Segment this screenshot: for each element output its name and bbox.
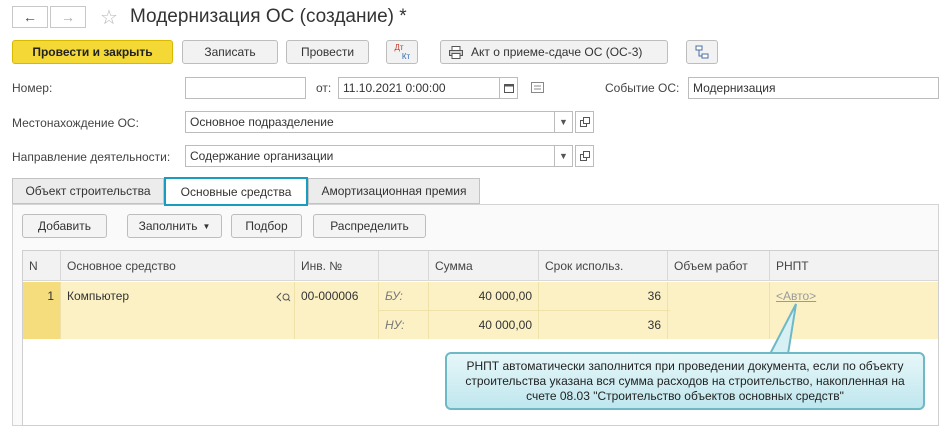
activity-label: Направление деятельности: <box>12 150 171 164</box>
column-header-work[interactable]: Объем работ <box>668 251 770 281</box>
number-label: Номер: <box>12 81 53 95</box>
column-header-asset[interactable]: Основное средство <box>61 251 295 281</box>
distribute-button[interactable]: Распределить <box>313 214 426 238</box>
column-header-sum[interactable]: Сумма <box>429 251 539 281</box>
column-header-rnpt[interactable]: РНПТ <box>770 251 938 281</box>
date-input[interactable]: 11.10.2021 0:00:00 <box>338 77 500 99</box>
nu-label: НУ: <box>379 311 429 339</box>
activity-open-button[interactable] <box>575 145 594 167</box>
location-label: Местонахождение ОС: <box>12 116 139 130</box>
select-button[interactable]: Подбор <box>231 214 302 238</box>
asset-cell[interactable]: Компьютер <box>61 282 295 339</box>
printer-icon <box>449 45 463 59</box>
event-label: Событие ОС: <box>605 81 680 95</box>
term-bu-cell[interactable]: 36 <box>539 282 668 310</box>
column-header-inv[interactable]: Инв. № <box>295 251 379 281</box>
arrow-left-icon: ← <box>23 9 37 25</box>
fill-button[interactable]: Заполнить ▼ <box>127 214 222 238</box>
dt-kt-icon-bottom: Кт <box>401 52 411 61</box>
post-button[interactable]: Провести <box>286 40 369 64</box>
save-button[interactable]: Записать <box>182 40 278 64</box>
date-label: от: <box>316 81 332 95</box>
add-button[interactable]: Добавить <box>22 214 107 238</box>
tab-construction-object[interactable]: Объект строительства <box>12 178 164 204</box>
calendar-icon <box>503 84 514 93</box>
dt-kt-button[interactable]: Дт Кт <box>386 40 418 64</box>
chevron-down-icon: ▼ <box>559 151 568 161</box>
inv-cell[interactable]: 00-000006 <box>295 282 379 339</box>
calendar-button[interactable] <box>499 77 518 99</box>
hierarchy-icon <box>695 45 709 59</box>
term-nu-cell[interactable]: 36 <box>539 311 668 339</box>
back-button[interactable]: ← <box>12 6 48 28</box>
column-header-n[interactable]: N <box>23 251 61 281</box>
row-divider <box>379 310 670 311</box>
bu-label: БУ: <box>379 282 429 310</box>
callout-pointer <box>768 303 797 355</box>
number-input[interactable] <box>185 77 306 99</box>
comment-icon[interactable] <box>531 82 544 96</box>
column-header-term[interactable]: Срок использ. <box>539 251 668 281</box>
activity-dropdown[interactable]: ▼ <box>554 145 573 167</box>
chevron-down-icon: ▼ <box>202 221 211 231</box>
sum-nu-cell[interactable]: 40 000,00 <box>429 311 539 339</box>
arrow-right-icon: → <box>61 9 75 25</box>
location-open-button[interactable] <box>575 111 594 133</box>
sum-bu-cell[interactable]: 40 000,00 <box>429 282 539 310</box>
location-input[interactable]: Основное подразделение <box>185 111 555 133</box>
link-search-icon[interactable] <box>276 291 291 305</box>
print-act-button[interactable]: Акт о приеме-сдаче ОС (ОС-3) <box>440 40 668 64</box>
post-and-close-button[interactable]: Провести и закрыть <box>12 40 173 64</box>
row-number: 1 <box>23 282 61 339</box>
hint-callout: РНПТ автоматически заполнится при провед… <box>445 352 925 410</box>
forward-button[interactable]: → <box>50 6 86 28</box>
tab-depreciation-bonus[interactable]: Амортизационная премия <box>308 178 480 204</box>
dt-kt-icon-top: Дт <box>394 43 404 52</box>
print-act-label: Акт о приеме-сдаче ОС (ОС-3) <box>471 45 643 59</box>
tab-fixed-assets[interactable]: Основные средства <box>164 177 308 206</box>
open-icon <box>579 151 590 161</box>
chevron-down-icon: ▼ <box>559 117 568 127</box>
activity-input[interactable]: Содержание организации <box>185 145 555 167</box>
fill-label: Заполнить <box>138 219 198 233</box>
open-icon <box>579 117 590 127</box>
favorite-star-icon[interactable]: ☆ <box>100 5 118 30</box>
column-header-accounting[interactable] <box>379 251 429 281</box>
structure-button[interactable] <box>686 40 718 64</box>
page-title: Модернизация ОС (создание) * <box>130 6 407 27</box>
event-input[interactable]: Модернизация <box>688 77 939 99</box>
location-dropdown[interactable]: ▼ <box>554 111 573 133</box>
